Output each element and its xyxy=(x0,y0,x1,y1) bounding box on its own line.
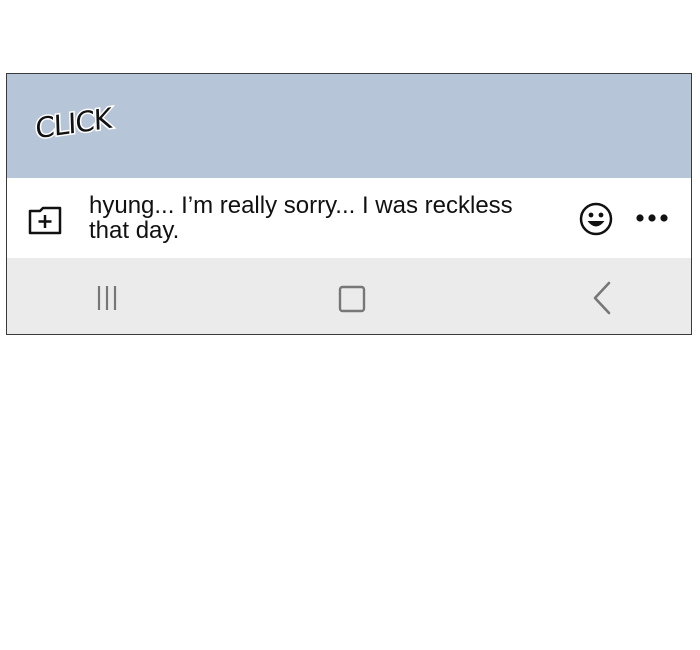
more-dots-icon xyxy=(636,214,668,222)
recent-apps-icon xyxy=(97,286,117,310)
back-button[interactable] xyxy=(587,278,617,318)
emoji-button[interactable] xyxy=(579,202,613,236)
attach-button[interactable] xyxy=(27,202,63,238)
more-options-button[interactable] xyxy=(634,208,670,228)
chat-input-bar: hyung... I’m really sorry... I was reckl… xyxy=(7,178,691,258)
system-nav-bar xyxy=(7,258,691,334)
sound-effect-text: CLICK xyxy=(33,100,113,147)
recent-apps-button[interactable] xyxy=(87,280,127,316)
home-button[interactable] xyxy=(335,282,369,316)
folder-plus-icon xyxy=(28,206,62,235)
smiley-icon xyxy=(579,202,613,236)
sound-effect-area: CLICK xyxy=(7,74,691,178)
home-icon xyxy=(338,285,366,313)
back-icon xyxy=(593,281,611,315)
message-input[interactable]: hyung... I’m really sorry... I was reckl… xyxy=(89,193,519,243)
comic-panel: CLICK hyung... I’m really sorry... I was… xyxy=(6,73,692,335)
